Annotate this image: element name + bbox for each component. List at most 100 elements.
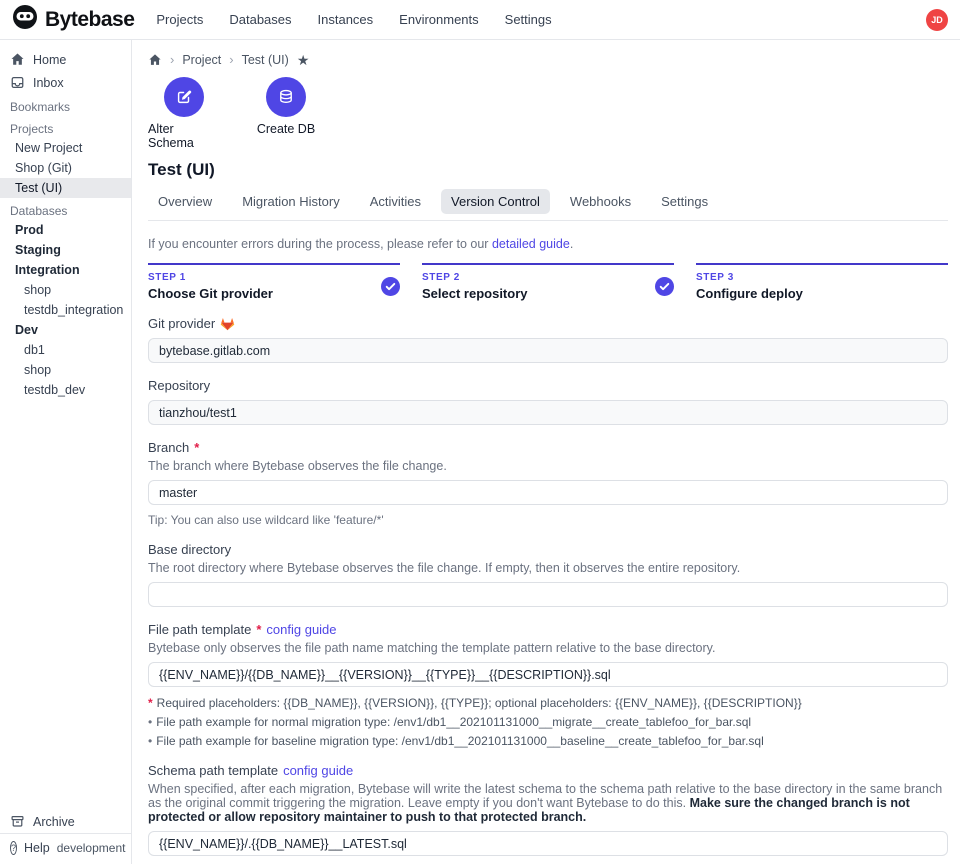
branch-field: Branch * The branch where Bytebase obser… (148, 440, 948, 527)
tab-migration-history[interactable]: Migration History (232, 189, 350, 214)
field-label: Schema path template (148, 763, 278, 778)
breadcrumb-home-icon[interactable] (148, 53, 162, 67)
field-description: Bytebase only observes the file path nam… (148, 641, 948, 655)
brand-name: Bytebase (45, 8, 134, 32)
sidebar: Home Inbox Bookmarks Projects New Projec… (0, 40, 132, 864)
edit-icon (175, 88, 193, 106)
tab-activities[interactable]: Activities (360, 189, 431, 214)
alter-schema-button[interactable]: Alter Schema (148, 77, 220, 150)
nav-item-settings[interactable]: Settings (505, 12, 552, 27)
sidebar-db-testdb-integration[interactable]: testdb_integration (0, 300, 131, 320)
database-icon (277, 88, 295, 106)
nav-item-instances[interactable]: Instances (318, 12, 374, 27)
help-icon: ? (10, 841, 17, 855)
nav-links: Projects Databases Instances Environment… (156, 12, 926, 27)
sidebar-env-dev[interactable]: Dev (0, 320, 131, 340)
note-marker: * (148, 696, 153, 710)
required-marker: * (256, 622, 261, 637)
sidebar-item-label: Home (33, 53, 66, 67)
sidebar-item-archive[interactable]: Archive (0, 810, 131, 833)
step-1: STEP 1 Choose Git provider (148, 263, 400, 301)
schema-path-template-input[interactable] (148, 831, 948, 856)
step-2: STEP 2 Select repository (422, 263, 674, 301)
breadcrumb-project[interactable]: Project (182, 53, 221, 67)
tab-webhooks[interactable]: Webhooks (560, 189, 641, 214)
note-marker: • (148, 734, 152, 748)
sidebar-env-staging[interactable]: Staging (0, 240, 131, 260)
home-icon (10, 52, 25, 67)
config-guide-link[interactable]: config guide (283, 763, 353, 778)
tab-settings[interactable]: Settings (651, 189, 718, 214)
field-label: Branch (148, 440, 189, 455)
notice-suffix: . (570, 237, 573, 251)
user-avatar[interactable]: JD (926, 9, 948, 31)
page-title: Test (UI) (148, 160, 948, 180)
nav-item-projects[interactable]: Projects (156, 12, 203, 27)
note-baseline-example: • File path example for baseline migratio… (148, 734, 948, 748)
sidebar-section-bookmarks: Bookmarks (0, 94, 131, 116)
sidebar-section-databases: Databases (0, 198, 131, 220)
base-directory-field: Base directory The root directory where … (148, 542, 948, 607)
step-title: Configure deploy (696, 286, 803, 301)
step-title: Select repository (422, 286, 528, 301)
sidebar-item-test-ui[interactable]: Test (UI) (0, 178, 131, 198)
error-notice: If you encounter errors during the proce… (148, 237, 948, 251)
breadcrumb-current: Test (UI) (242, 53, 289, 67)
nav-item-databases[interactable]: Databases (229, 12, 291, 27)
bytebase-logo[interactable]: Bytebase (12, 4, 134, 35)
field-description: The root directory where Bytebase observ… (148, 561, 948, 575)
sidebar-item-inbox[interactable]: Inbox (0, 71, 131, 94)
field-description: When specified, after each migration, By… (148, 782, 948, 824)
git-provider-input[interactable] (148, 338, 948, 363)
note-text: File path example for baseline migration… (156, 734, 764, 748)
file-path-notes: *Required placeholders: {{DB_NAME}}, {{V… (148, 696, 948, 748)
step-indicator: STEP 1 Choose Git provider STEP 2 Select… (148, 263, 948, 301)
bytebase-logo-icon (12, 4, 38, 35)
sidebar-db-shop-integration[interactable]: shop (0, 280, 131, 300)
field-label: Base directory (148, 542, 231, 557)
step-number: STEP 1 (148, 272, 273, 283)
help-link[interactable]: Help (24, 841, 50, 855)
sidebar-db-testdb-dev[interactable]: testdb_dev (0, 380, 131, 400)
branch-input[interactable] (148, 480, 948, 505)
breadcrumb-separator: › (229, 52, 233, 67)
field-description: The branch where Bytebase observes the f… (148, 459, 948, 473)
field-label: Repository (148, 378, 210, 393)
git-provider-field: Git provider (148, 316, 948, 363)
create-db-button[interactable]: Create DB (250, 77, 322, 150)
file-path-template-input[interactable] (148, 662, 948, 687)
repository-field: Repository (148, 378, 948, 425)
top-nav: Bytebase Projects Databases Instances En… (0, 0, 960, 40)
note-normal-example: • File path example for normal migration … (148, 715, 948, 729)
sidebar-item-shop-git[interactable]: Shop (Git) (0, 158, 131, 178)
note-text: File path example for normal migration t… (156, 715, 751, 729)
sidebar-db-shop-dev[interactable]: shop (0, 360, 131, 380)
sidebar-env-integration[interactable]: Integration (0, 260, 131, 280)
sidebar-footer: ? Help development (0, 833, 131, 862)
sidebar-db-db1[interactable]: db1 (0, 340, 131, 360)
archive-icon (10, 814, 25, 829)
favorite-star-icon[interactable]: ★ (297, 53, 310, 67)
main-content: › Project › Test (UI) ★ Alter Schema (132, 40, 960, 864)
tab-version-control[interactable]: Version Control (441, 189, 550, 214)
base-directory-input[interactable] (148, 582, 948, 607)
config-guide-link[interactable]: config guide (266, 622, 336, 637)
inbox-icon (10, 75, 25, 90)
repository-input[interactable] (148, 400, 948, 425)
step-number: STEP 3 (696, 272, 803, 283)
tab-overview[interactable]: Overview (148, 189, 222, 214)
step-title: Choose Git provider (148, 286, 273, 301)
sidebar-item-new-project[interactable]: New Project (0, 138, 131, 158)
sidebar-env-prod[interactable]: Prod (0, 220, 131, 240)
release-channel-badge: development (57, 841, 126, 855)
field-label: Git provider (148, 316, 215, 331)
step-complete-check-icon (381, 277, 400, 296)
breadcrumb: › Project › Test (UI) ★ (148, 40, 948, 67)
detailed-guide-link[interactable]: detailed guide (492, 237, 570, 251)
note-marker: • (148, 715, 152, 729)
file-path-template-field: File path template * config guide Byteba… (148, 622, 948, 748)
step-number: STEP 2 (422, 272, 528, 283)
sidebar-item-label: Archive (33, 815, 75, 829)
sidebar-item-home[interactable]: Home (0, 48, 131, 71)
nav-item-environments[interactable]: Environments (399, 12, 478, 27)
